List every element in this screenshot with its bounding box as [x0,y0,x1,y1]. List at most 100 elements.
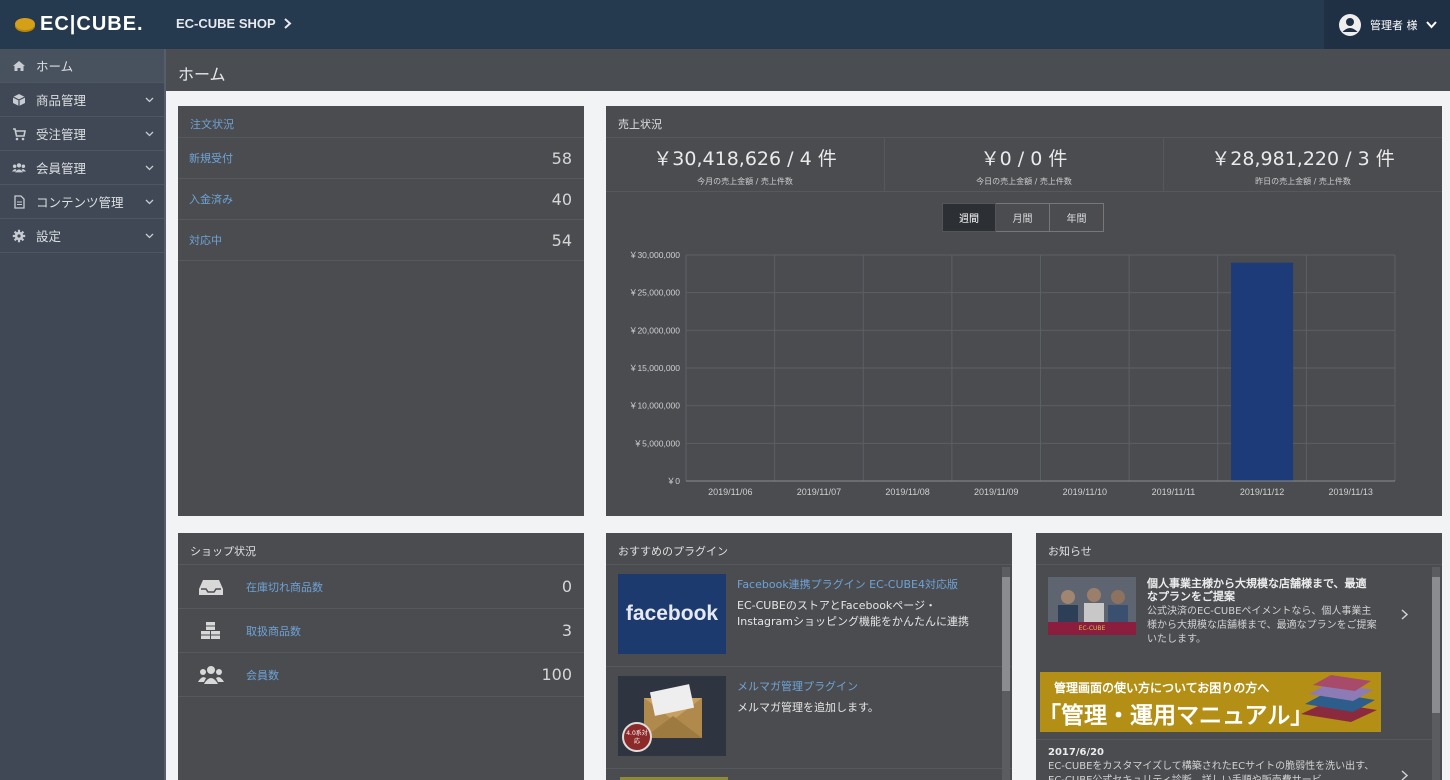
news-text: 個人事業主様から大規模な店舗様まで、最適なプランをご提案 公式決済のEC-CUB… [1147,577,1377,647]
sidebar-item-home[interactable]: ホーム [0,49,164,83]
order-status-label: 新規受付 [189,152,233,165]
plugin-item-facebook[interactable]: facebook Facebook連携プラグイン EC-CUBE4対応版 EC-… [606,565,1012,667]
compat-badge: 4.0系対応 [622,722,652,752]
kpi-yesterday: ￥28,981,220 / 3 件 昨日の売上金額 / 売上件数 [1164,138,1442,191]
x-tick-label: 2019/11/07 [797,487,841,497]
order-status-card: 注文状況 新規受付 58 入金済み 40 対応中 54 [178,106,584,516]
kpi-month: ￥30,418,626 / 4 件 今月の売上金額 / 売上件数 [606,138,885,191]
order-row-paid[interactable]: 入金済み 40 [178,179,584,220]
news-item-security[interactable]: 2017/6/20 EC-CUBEをカスタマイズして構築されたECサイトの脆弱性… [1036,739,1432,780]
news-date: 2017/6/20 [1048,747,1105,758]
order-status-count: 58 [551,148,572,168]
plugin-description: メルマガ管理を追加します。 [737,701,879,714]
kpi-value: ￥30,418,626 / 4 件 [653,148,837,170]
page-title: ホーム [178,65,226,84]
banner-subtitle: 管理画面の使い方についてお困りの方へ [1054,681,1270,695]
chevron-right-icon [1401,770,1409,780]
top-header: EC|CUBE. EC-CUBE SHOP 管理者 様 [0,0,1450,49]
sidebar-item-label: 受注管理 [36,127,87,142]
chevron-down-icon [145,199,154,205]
shop-row-out-of-stock[interactable]: 在庫切れ商品数 0 [178,565,584,609]
y-tick-label: ￥5,000,000 [634,438,681,448]
plugins-card: おすすめのプラグイン facebook Facebook連携プラグイン EC-C… [606,533,1012,780]
shop-name-link[interactable]: EC-CUBE SHOP [176,16,292,31]
sidebar-item-products[interactable]: 商品管理 [0,83,164,117]
user-menu[interactable]: 管理者 様 [1324,0,1450,49]
sidebar-item-customers[interactable]: 会員管理 [0,151,164,185]
chevron-right-icon [1401,609,1409,620]
plugin-title-link[interactable]: メルマガ管理プラグイン [737,678,987,694]
news-title: 個人事業主様から大規模な店舗様まで、最適なプランをご提案 [1147,577,1367,603]
order-row-new[interactable]: 新規受付 58 [178,138,584,179]
shop-status-label: 在庫切れ商品数 [246,580,323,594]
order-row-in-progress[interactable]: 対応中 54 [178,220,584,261]
kpi-value: ￥0 / 0 件 [980,148,1068,170]
users-icon [198,665,224,684]
y-tick-label: ￥10,000,000 [629,401,680,411]
users-icon [12,162,26,172]
plugin-item-mailmag[interactable]: 4.0系対応 メルマガ管理プラグイン メルマガ管理を追加します。 [606,667,1012,769]
tab-monthly[interactable]: 月間 [996,203,1050,232]
sidebar: ホーム 商品管理 受注管理 会員管理 コンテンツ管理 設定 [0,49,166,780]
shop-status-label: 取扱商品数 [246,624,301,638]
card-title: お知らせ [1036,533,1442,565]
y-tick-label: ￥30,000,000 [629,250,680,260]
news-card: お知らせ EC-CUBE 個人事業主様から大規模な店舗様まで、最適なプランをご提… [1036,533,1442,780]
sidebar-item-label: 商品管理 [36,93,87,108]
news-thumbnail: EC-CUBE [1048,577,1136,635]
x-tick-label: 2019/11/12 [1240,487,1284,497]
card-title: 注文状況 [178,106,584,138]
tab-yearly[interactable]: 年間 [1050,203,1104,232]
chevron-down-icon [145,131,154,137]
y-tick-label: ￥0 [667,476,681,486]
sidebar-item-label: ホーム [36,59,74,74]
period-tabs: 週間 月間 年間 [942,203,1104,232]
y-tick-label: ￥20,000,000 [629,325,680,335]
chevron-right-icon [284,18,292,29]
gear-icon [12,229,26,242]
shop-row-members[interactable]: 会員数 100 [178,653,584,697]
y-tick-label: ￥25,000,000 [629,288,680,298]
x-tick-label: 2019/11/06 [708,487,752,497]
plugin-title-link[interactable]: Facebook連携プラグイン EC-CUBE4対応版 [737,576,987,592]
shop-status-count: 3 [561,621,572,640]
order-status-label: 入金済み [189,193,233,206]
ec-cube-badge: EC-CUBE [1048,622,1136,635]
cart-icon [13,127,26,140]
shop-status-card: ショップ状況 在庫切れ商品数 0 取扱商品数 3 会員数 100 [178,533,584,780]
sales-kpis: ￥30,418,626 / 4 件 今月の売上金額 / 売上件数 ￥0 / 0 … [606,138,1442,192]
cubes-icon [201,621,220,639]
manual-banner[interactable]: 管理画面の使い方についてお困りの方へ 「管理・運用マニュアル」 [1040,672,1381,732]
banner-title: 「管理・運用マニュアル」 [1040,703,1314,729]
order-status-label: 対応中 [189,234,222,247]
sales-card: 売上状況 ￥30,418,626 / 4 件 今月の売上金額 / 売上件数 ￥0… [606,106,1442,516]
x-tick-label: 2019/11/11 [1152,487,1196,497]
sidebar-item-content[interactable]: コンテンツ管理 [0,185,164,219]
x-tick-label: 2019/11/08 [885,487,929,497]
logo[interactable]: EC|CUBE. [0,0,160,49]
inbox-icon [199,579,223,595]
order-status-count: 54 [551,230,572,250]
chevron-down-icon [145,165,154,171]
sidebar-item-label: コンテンツ管理 [36,195,124,210]
kpi-value: ￥28,981,220 / 3 件 [1211,148,1395,170]
news-scrollbar-thumb[interactable] [1432,577,1440,713]
card-title: 売上状況 [606,106,1442,138]
kpi-today: ￥0 / 0 件 今日の売上金額 / 売上件数 [885,138,1164,191]
news-description: EC-CUBEをカスタマイズして構築されたECサイトの脆弱性を洗い出す、EC-C… [1048,761,1375,780]
compat-badge-text: 4.0系対応 [626,730,648,745]
shop-name: EC-CUBE SHOP [176,16,276,31]
facebook-logo-text: facebook [625,602,719,625]
sidebar-item-settings[interactable]: 設定 [0,219,164,253]
plugin-description: EC-CUBEのストアとFacebookページ・Instagramショッピング機… [737,599,969,628]
tab-weekly[interactable]: 週間 [942,203,996,232]
chevron-down-icon [145,233,154,239]
kpi-label: 昨日の売上金額 / 売上件数 [1255,177,1351,186]
kpi-label: 今月の売上金額 / 売上件数 [697,177,793,186]
plugins-scrollbar-thumb[interactable] [1002,577,1010,691]
sidebar-item-orders[interactable]: 受注管理 [0,117,164,151]
news-item-payment[interactable]: EC-CUBE 個人事業主様から大規模な店舗様まで、最適なプランをご提案 公式決… [1036,567,1432,667]
shop-row-products[interactable]: 取扱商品数 3 [178,609,584,653]
page-title-bar: ホーム [166,49,1450,91]
kpi-label: 今日の売上金額 / 売上件数 [976,177,1072,186]
